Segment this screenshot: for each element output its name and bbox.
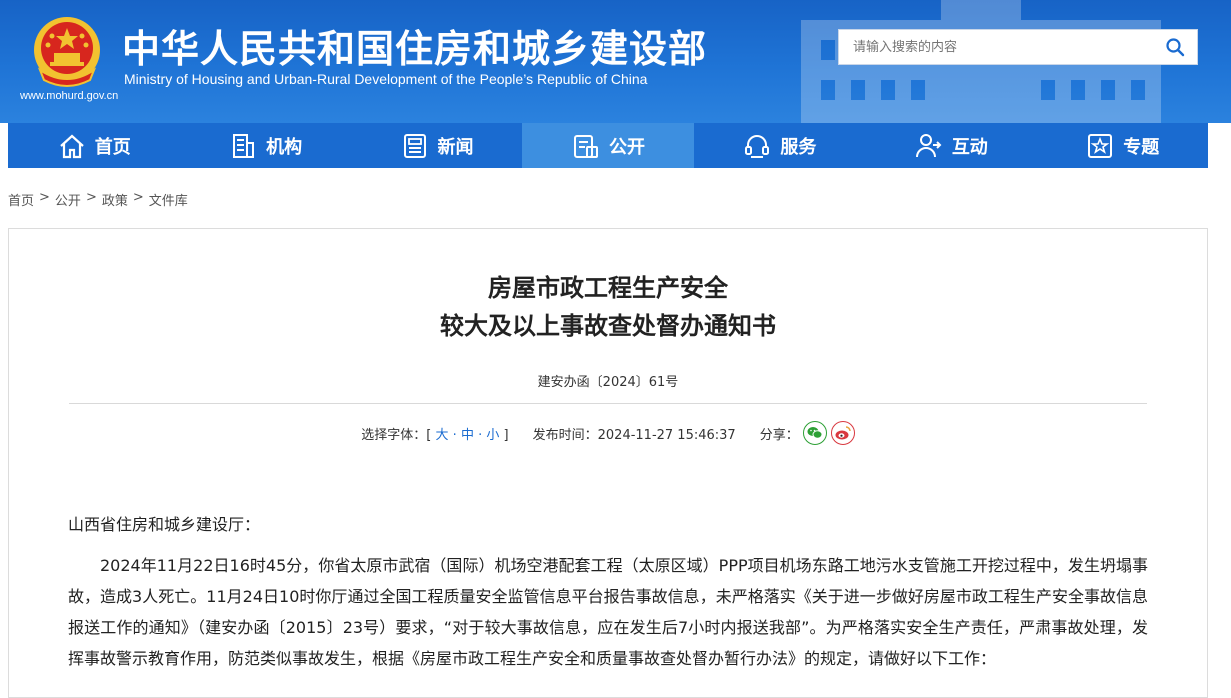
search-box [838,29,1198,65]
font-size-small[interactable]: 小 [486,428,499,443]
font-size-separator: · [452,427,457,443]
article-container: 房屋市政工程生产安全 较大及以上事故查处督办通知书 建安办函〔2024〕61号 … [8,228,1208,698]
nav-item-disclosure[interactable]: 公开 [522,123,694,168]
share-label: 分享： [759,427,799,443]
breadcrumb-separator: > [39,190,50,205]
building-icon [233,133,255,158]
article-salutation: 山西省住房和城乡建设厅： [68,515,261,534]
search-button[interactable] [1153,30,1197,64]
share-wechat-button[interactable] [802,421,827,445]
nav-item-interaction[interactable]: 互动 [865,123,1036,168]
nav-label: 服务 [780,136,817,158]
breadcrumb-home[interactable]: 首页 [8,190,34,209]
breadcrumb: 首页 > 公开 > 政策 > 文件库 [8,190,188,209]
news-icon [403,133,426,158]
font-size-label: 选择字体：[ [361,427,432,443]
font-size-close: ] [503,427,509,443]
article-title-line2: 较大及以上事故查处督办通知书 [440,312,776,340]
article-title: 房屋市政工程生产安全 较大及以上事故查处督办通知书 [9,269,1207,345]
font-size-large[interactable]: 大 [436,428,449,443]
nav-label: 首页 [94,136,131,158]
national-emblem-logo [34,17,100,87]
article-meta: 选择字体：[ 大 · 中 · 小 ] 发布时间：2024-11-27 15:46… [9,421,1207,445]
nav-item-topics[interactable]: 专题 [1037,123,1208,168]
share-weibo-button[interactable] [830,421,855,445]
breadcrumb-separator: > [85,190,97,205]
breadcrumb-policy[interactable]: 政策 [102,190,128,209]
search-input[interactable] [839,30,1153,64]
nav-label: 专题 [1123,136,1160,158]
service-icon [745,134,770,158]
nav-label: 新闻 [437,136,474,158]
font-size-selector: 选择字体：[ 大 · 中 · 小 ] [361,424,508,443]
nav-item-news[interactable]: 新闻 [351,123,522,168]
publish-time: 2024-11-27 15:46:37 [597,427,736,443]
site-title[interactable]: 中华人民共和国住房和城乡建设部 [122,18,707,73]
nav-label: 机构 [266,136,303,158]
article-body: 山西省住房和城乡建设厅： 2024年11月22日16时45分，你省太原市武宿（国… [68,509,1148,674]
nav-label: 互动 [951,136,988,158]
breadcrumb-separator: > [132,190,144,205]
publish-info: 发布时间：2024-11-27 15:46:37 [533,424,736,443]
share-group: 分享： [760,421,855,445]
disclosure-icon [573,134,598,158]
nav-label: 公开 [608,136,645,158]
publish-label: 发布时间： [532,427,598,443]
search-icon [1166,38,1185,57]
site-subtitle: Ministry of Housing and Urban-Rural Deve… [124,71,648,87]
breadcrumb-document-library[interactable]: 文件库 [149,190,188,209]
font-size-medium[interactable]: 中 [461,428,474,443]
nav-item-organization[interactable]: 机构 [179,123,350,168]
nav-item-service[interactable]: 服务 [694,123,865,168]
breadcrumb-disclosure[interactable]: 公开 [55,190,81,209]
site-header: www.mohurd.gov.cn 中华人民共和国住房和城乡建设部 Minist… [0,0,1231,123]
document-number: 建安办函〔2024〕61号 [537,375,679,390]
article-title-line1: 房屋市政工程生产安全 [488,274,728,302]
weibo-icon [835,426,851,440]
main-nav: 首页 机构 新闻 公开 服务 互动 专题 [8,123,1208,168]
interaction-icon [915,133,942,157]
site-url: www.mohurd.gov.cn [20,90,119,102]
font-size-separator: · [478,427,483,443]
home-icon [59,134,84,158]
divider [69,403,1147,404]
star-topic-icon [1088,133,1113,158]
nav-item-home[interactable]: 首页 [8,123,179,168]
article-paragraph: 2024年11月22日16时45分，你省太原市武宿（国际）机场空港配套工程（太原… [68,556,1148,668]
wechat-icon [807,427,823,439]
